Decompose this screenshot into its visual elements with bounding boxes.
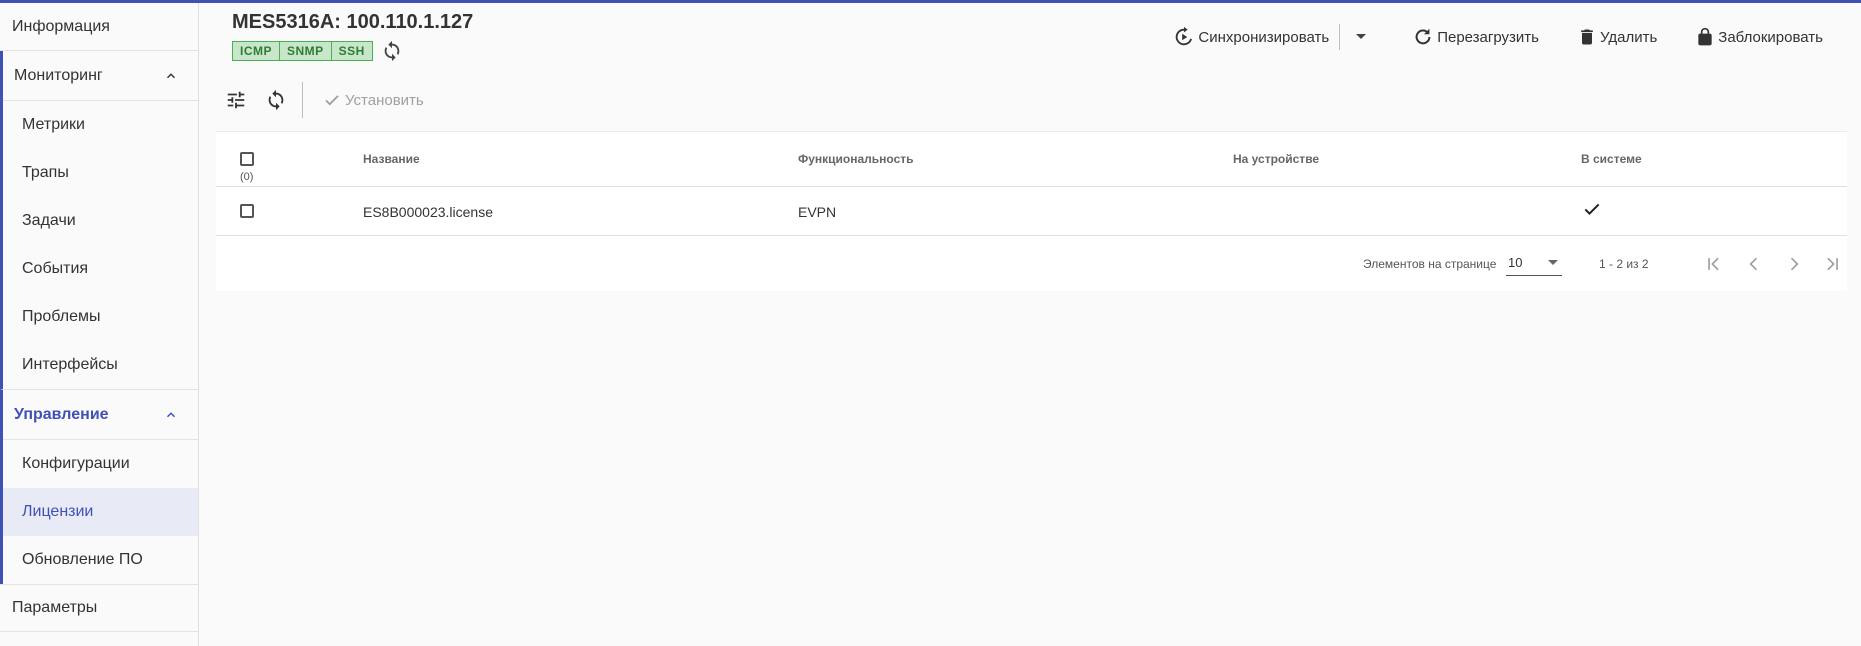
check-icon xyxy=(325,95,339,106)
sidebar-group-label: Мониторинг xyxy=(14,66,103,84)
row-checkbox[interactable] xyxy=(240,204,254,218)
sidebar-item-params[interactable]: Параметры xyxy=(0,584,198,632)
chevron-up-icon xyxy=(166,411,176,417)
restart-icon xyxy=(1415,28,1431,45)
lock-label: Заблокировать xyxy=(1718,28,1823,46)
chevron-right-icon xyxy=(1790,257,1799,271)
sidebar: Информация Мониторинг Метрики Трапы Зада… xyxy=(0,3,199,646)
badge-icmp: ICMP xyxy=(232,41,280,61)
license-functionality: EVPN xyxy=(798,204,837,220)
page-size-value: 10 xyxy=(1508,255,1523,270)
lock-button[interactable]: Заблокировать xyxy=(1695,26,1823,48)
table-header: (0) Название Функциональность На устройс… xyxy=(216,132,1847,187)
caret-down-icon xyxy=(1355,34,1366,39)
sidebar-item-firmware-update[interactable]: Обновление ПО xyxy=(3,536,198,584)
column-header-on-device[interactable]: На устройстве xyxy=(1233,152,1319,166)
first-page-icon xyxy=(1708,257,1719,271)
chevron-left-icon xyxy=(1749,257,1758,271)
divider xyxy=(1339,24,1341,50)
first-page-button[interactable] xyxy=(1698,248,1730,280)
refresh-icon xyxy=(268,89,284,111)
table-row[interactable]: ES8B000023.license EVPN xyxy=(216,187,1847,236)
column-header-name[interactable]: Название xyxy=(363,152,420,166)
trash-icon xyxy=(1581,29,1593,45)
sidebar-group-management: Управление Конфигурации Лицензии Обновле… xyxy=(0,389,198,584)
caret-down-icon xyxy=(1548,260,1558,265)
page-size-label: Элементов на странице xyxy=(1363,257,1497,271)
sidebar-group-monitoring: Мониторинг Метрики Трапы Задачи События … xyxy=(0,51,198,389)
page-title: MES5316A: 100.110.1.127 xyxy=(232,11,474,33)
selected-count: (0) xyxy=(240,171,254,183)
reboot-button[interactable]: Перезагрузить xyxy=(1412,26,1539,48)
reboot-label: Перезагрузить xyxy=(1437,28,1539,46)
licenses-table: (0) Название Функциональность На устройс… xyxy=(216,131,1847,291)
sidebar-item-events[interactable]: События xyxy=(3,245,198,293)
sidebar-item-metrics[interactable]: Метрики xyxy=(3,101,198,149)
sidebar-item-interfaces[interactable]: Интерфейсы xyxy=(3,341,198,389)
badge-snmp: SNMP xyxy=(280,41,332,61)
sidebar-group-label: Управление xyxy=(14,405,109,423)
page-size-select[interactable]: 10 xyxy=(1506,250,1562,276)
sidebar-item-problems[interactable]: Проблемы xyxy=(3,293,198,341)
top-accent-line xyxy=(0,0,1861,3)
page-range: 1 - 2 из 2 xyxy=(1599,257,1649,271)
previous-page-button[interactable] xyxy=(1738,248,1770,280)
sidebar-item-configurations[interactable]: Конфигурации xyxy=(3,440,198,488)
sync-label: Синхронизировать xyxy=(1198,28,1330,46)
sidebar-item-traps[interactable]: Трапы xyxy=(3,149,198,197)
badge-ssh: SSH xyxy=(331,41,373,61)
tune-icon xyxy=(227,91,245,109)
chevron-up-icon xyxy=(166,72,176,78)
header-actions: Синхронизировать Перезагрузить Удалить З… xyxy=(1173,24,1823,50)
protocol-badges: ICMP SNMP SSH xyxy=(232,40,403,62)
install-label: Установить xyxy=(345,91,424,109)
install-button[interactable]: Установить xyxy=(323,91,424,109)
delete-label: Удалить xyxy=(1600,28,1658,46)
last-page-button[interactable] xyxy=(1816,248,1848,280)
sync-button[interactable]: Синхронизировать xyxy=(1173,26,1329,48)
refresh-status-icon[interactable] xyxy=(381,40,403,62)
sidebar-item-tasks[interactable]: Задачи xyxy=(3,197,198,245)
refresh-table-button[interactable] xyxy=(256,80,296,120)
sidebar-group-header-management[interactable]: Управление xyxy=(3,390,198,440)
sync-icon xyxy=(1176,26,1193,46)
sync-dropdown-button[interactable] xyxy=(1350,33,1374,41)
next-page-button[interactable] xyxy=(1778,248,1810,280)
paginator: Элементов на странице 10 1 - 2 из 2 xyxy=(216,236,1847,291)
delete-button[interactable]: Удалить xyxy=(1577,26,1657,48)
columns-settings-button[interactable] xyxy=(216,80,256,120)
divider xyxy=(302,82,303,118)
last-page-icon xyxy=(1827,257,1838,271)
table-toolbar: Установить xyxy=(216,80,424,120)
select-all-checkbox[interactable] xyxy=(240,152,254,166)
sidebar-group-header-monitoring[interactable]: Мониторинг xyxy=(3,51,198,101)
in-system-check-icon xyxy=(1584,203,1600,215)
sidebar-item-licenses[interactable]: Лицензии xyxy=(3,488,198,536)
lock-icon xyxy=(1698,27,1712,46)
sidebar-item-info[interactable]: Информация xyxy=(0,3,198,51)
column-header-functionality[interactable]: Функциональность xyxy=(798,152,914,166)
license-name: ES8B000023.license xyxy=(363,204,493,220)
column-header-in-system[interactable]: В системе xyxy=(1581,152,1642,166)
